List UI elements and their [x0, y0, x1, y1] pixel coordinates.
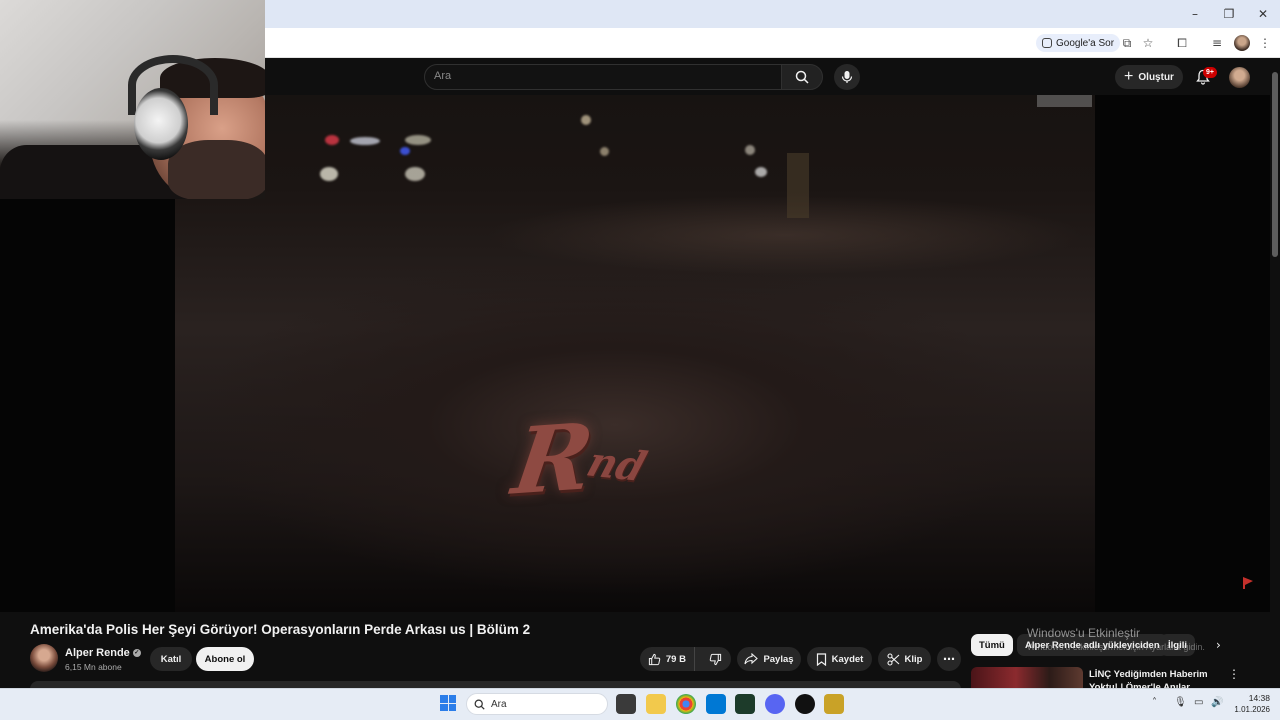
search-icon — [474, 699, 485, 710]
subscribe-button[interactable]: Abone ol — [196, 647, 254, 671]
game-launcher-icon[interactable] — [735, 694, 755, 714]
streamer-beard — [168, 140, 265, 199]
windows-activation-title: Windows'u Etkinleştir — [1027, 626, 1140, 640]
window-light — [1037, 95, 1092, 107]
account-avatar[interactable] — [1229, 67, 1250, 88]
search-input[interactable] — [424, 64, 782, 90]
window-controls: – ❐ ✕ — [1178, 0, 1280, 28]
minimize-button[interactable]: – — [1178, 0, 1212, 28]
volume-icon[interactable]: 🔊 — [1211, 697, 1223, 708]
taskbar-search-placeholder: Ara — [491, 698, 507, 710]
clip-button[interactable]: Klip — [878, 647, 931, 671]
dislike-button[interactable] — [700, 647, 731, 671]
thumbs-up-icon — [648, 653, 661, 665]
windows-start-icon[interactable] — [440, 695, 456, 711]
clip-label: Klip — [904, 653, 923, 665]
recommendation-thumbnail[interactable] — [971, 667, 1083, 689]
windows-taskbar — [0, 688, 1280, 720]
profile-avatar[interactable] — [1234, 35, 1250, 51]
street-lamp — [755, 167, 767, 177]
create-button[interactable]: + Oluştur — [1115, 65, 1183, 89]
voice-search-button[interactable] — [834, 64, 860, 90]
share-button[interactable]: Paylaş — [737, 647, 801, 671]
install-icon[interactable]: ⧉ — [1118, 34, 1136, 52]
google-lens-icon — [1042, 38, 1052, 48]
channel-name: Alper Rende — [65, 647, 130, 659]
browser-tab-strip — [265, 0, 1280, 28]
chevron-right-icon[interactable]: › — [1216, 638, 1221, 652]
street-lamp — [600, 147, 609, 156]
chrome-icon[interactable] — [676, 694, 696, 714]
video-title: Amerika'da Polis Her Şeyi Görüyor! Opera… — [30, 622, 531, 637]
verified-badge-icon: ✓ — [132, 649, 141, 657]
save-button[interactable]: Kaydet — [807, 647, 872, 671]
thumbs-down-icon — [709, 653, 722, 665]
channel-watermark-icon[interactable] — [1241, 576, 1255, 590]
taskbar-search[interactable]: Ara — [466, 693, 608, 715]
webcam-overlay — [0, 0, 265, 199]
google-ask-label: Google'a Sor — [1056, 37, 1115, 49]
scissors-icon — [886, 652, 899, 666]
maximize-button[interactable]: ❐ — [1212, 0, 1246, 28]
more-actions-button[interactable]: ⋯ — [937, 647, 961, 671]
channel-avatar[interactable] — [30, 644, 58, 672]
google-ask-chip[interactable]: Google'a Sor — [1036, 34, 1121, 52]
share-label: Paylaş — [763, 653, 794, 665]
share-icon — [744, 653, 759, 665]
league-icon[interactable] — [824, 694, 844, 714]
windows-activation-subtitle: Windows'u etkinleştirmek için Ayarlar'a … — [1027, 642, 1205, 652]
join-button[interactable]: Katıl — [150, 647, 192, 671]
video-frame — [175, 95, 1095, 612]
headlight — [320, 167, 338, 181]
distant-sign — [787, 153, 809, 218]
network-icon[interactable]: ▭ — [1194, 697, 1203, 708]
microphone-tray-icon[interactable]: 🎙 — [1174, 697, 1187, 708]
like-count: 79 B — [665, 653, 686, 665]
video-logo-r: R — [506, 402, 600, 516]
app-icon[interactable] — [795, 694, 815, 714]
siren-light — [400, 147, 410, 155]
channel-name-row[interactable]: Alper Rende ✓ — [65, 647, 141, 659]
headphones-icon — [134, 88, 188, 160]
search-button[interactable] — [781, 64, 823, 90]
notification-count-badge: 9+ — [1203, 67, 1217, 78]
save-label: Kaydet — [831, 653, 864, 665]
close-button[interactable]: ✕ — [1246, 0, 1280, 28]
chip-all[interactable]: Tümü — [971, 634, 1013, 656]
headlight — [350, 137, 380, 145]
media-controls-icon[interactable]: ≡ — [1208, 34, 1226, 52]
chevron-up-icon[interactable]: ˄ — [1152, 697, 1157, 708]
task-view-icon[interactable] — [616, 694, 636, 714]
bookmark-star-icon[interactable]: ☆ — [1139, 34, 1157, 52]
bookmark-icon — [816, 652, 826, 666]
scrollbar-thumb[interactable] — [1272, 72, 1278, 257]
more-horizontal-icon: ⋯ — [943, 652, 955, 666]
search-placeholder: Ara — [434, 70, 452, 82]
siren-light — [325, 135, 339, 145]
recommendation-title[interactable]: LİNÇ Yediğimden Haberim Yoktu! | Ömer'le… — [1089, 668, 1229, 690]
microphone-icon — [841, 71, 853, 83]
kebab-menu-icon[interactable]: ⋮ — [1256, 34, 1274, 52]
like-button[interactable]: 79 B — [640, 647, 695, 671]
discord-icon[interactable] — [765, 694, 785, 714]
clock-time[interactable]: 14:38 — [1246, 693, 1270, 703]
clock-date[interactable]: 1.01.2026 — [1230, 705, 1270, 714]
street-lamp — [745, 145, 755, 155]
extensions-icon[interactable]: ⧠ — [1173, 34, 1191, 52]
kebab-menu-icon[interactable]: ⋮ — [1228, 667, 1240, 681]
plus-icon: + — [1124, 68, 1134, 85]
headlight — [405, 135, 431, 145]
subscriber-count: 6,15 Mn abone — [65, 662, 122, 672]
store-icon[interactable] — [706, 694, 726, 714]
like-dislike-group: 79 B — [640, 647, 731, 671]
search-icon — [795, 70, 809, 84]
headlight — [405, 167, 425, 181]
street-glow — [485, 195, 1085, 275]
street-lamp — [581, 115, 591, 125]
create-label: Oluştur — [1138, 71, 1174, 83]
file-explorer-icon[interactable] — [646, 694, 666, 714]
